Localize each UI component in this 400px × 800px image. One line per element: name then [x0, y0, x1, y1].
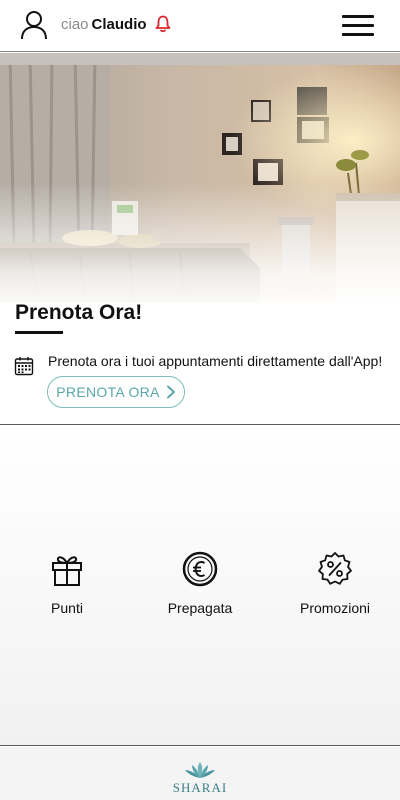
user-icon[interactable]	[20, 10, 48, 40]
gift-icon	[52, 556, 82, 586]
discount-badge-icon	[318, 552, 352, 585]
features-section: Punti Prepagata Promozioni	[0, 426, 400, 746]
book-now-label: PRENOTA ORA	[56, 384, 160, 400]
promozioni-button[interactable]: Promozioni	[280, 551, 390, 616]
calendar-icon	[14, 357, 34, 376]
photo-fade	[0, 183, 400, 313]
app-header: ciao Claudio	[0, 0, 400, 52]
hamburger-menu-icon[interactable]	[342, 13, 374, 37]
user-name: Claudio	[91, 16, 147, 33]
chevron-right-icon	[166, 385, 175, 399]
hero-title: Prenota Ora!	[15, 301, 143, 324]
greeting: ciao Claudio	[61, 16, 147, 33]
prepagata-label: Prepagata	[167, 600, 233, 616]
hero-description: Prenota ora i tuoi appuntamenti direttam…	[48, 353, 383, 369]
bell-icon[interactable]	[155, 15, 171, 33]
footer-brand: SHARAI	[0, 747, 400, 800]
euro-coin-icon	[182, 551, 218, 587]
greeting-prefix: ciao	[61, 16, 89, 33]
book-now-button[interactable]: PRENOTA ORA	[47, 376, 185, 408]
promozioni-label: Promozioni	[299, 600, 371, 616]
punti-button[interactable]: Punti	[12, 551, 122, 616]
title-underline	[15, 331, 63, 334]
booking-card: Prenota Ora! Prenota ora i tuoi appuntam…	[0, 53, 400, 425]
punti-label: Punti	[51, 600, 83, 616]
prepagata-button[interactable]: Prepagata	[145, 551, 255, 616]
brand-logo-text: SHARAI	[172, 780, 228, 795]
lotus-icon	[185, 762, 215, 778]
